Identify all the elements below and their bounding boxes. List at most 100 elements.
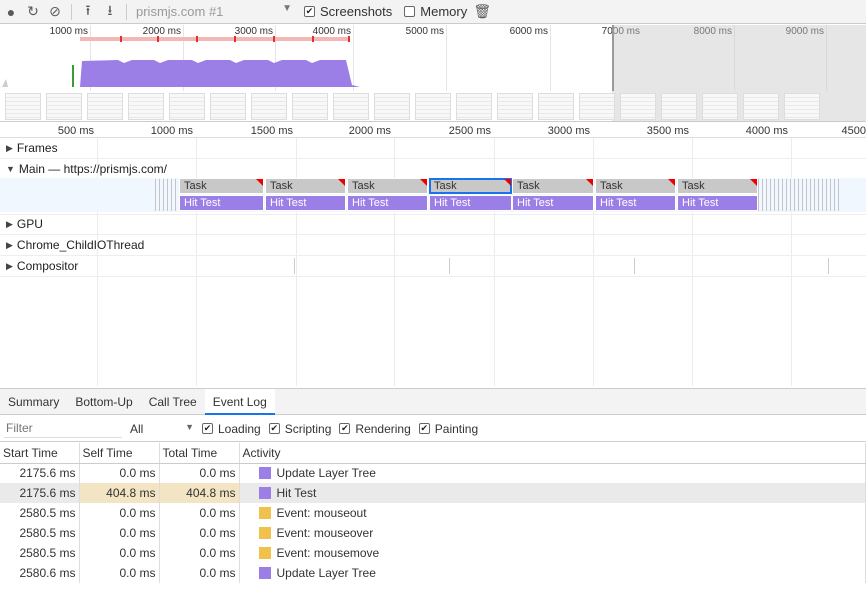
task-label: Task <box>352 180 375 192</box>
table-row-selected[interactable]: 2175.6 ms 404.8 ms 404.8 ms Hit Test <box>0 483 866 503</box>
loading-checkbox[interactable]: ✔ Loading <box>202 422 261 436</box>
hit-test-bar[interactable]: Hit Test <box>677 195 758 211</box>
memory-checkbox[interactable]: Memory <box>404 4 467 19</box>
painting-checkbox[interactable]: ✔ Painting <box>418 421 479 436</box>
ruler-tick: 4000 ms <box>745 125 788 137</box>
start-time-cell: 2580.5 ms <box>0 503 80 523</box>
frames-track[interactable]: ▶ Frames <box>0 138 866 159</box>
column-header[interactable]: Start Time <box>0 443 80 464</box>
screenshot-thumb <box>456 93 492 120</box>
task-bar[interactable]: Task <box>347 178 428 194</box>
load-profile-icon[interactable]: ⭱ <box>77 1 99 23</box>
screenshot-thumb <box>169 93 205 120</box>
collapse-arrow-icon[interactable]: ▼ <box>6 164 15 174</box>
expand-arrow-icon[interactable]: ▶ <box>6 261 13 272</box>
task-bar[interactable]: Task <box>595 178 676 194</box>
screenshots-checkbox[interactable]: ✔ Screenshots <box>304 4 392 19</box>
expand-arrow-icon[interactable]: ▶ <box>6 143 13 154</box>
scripting-label: Scripting <box>284 421 332 436</box>
start-time-cell: 2175.6 ms <box>0 483 80 503</box>
ruler-tick: 1000 ms <box>150 125 193 137</box>
table-row[interactable]: 2580.5 ms 0.0 ms 0.0 ms Event: mouseover <box>0 523 866 543</box>
total-time-cell: 0.0 ms <box>159 543 240 563</box>
hit-test-label: Hit Test <box>434 197 471 209</box>
compositor-event <box>449 258 450 274</box>
hit-test-bar[interactable]: Hit Test <box>265 195 346 211</box>
task-bar[interactable]: Task <box>265 178 346 194</box>
memory-label: Memory <box>420 4 468 19</box>
chevron-down-icon: ▼ <box>185 421 194 432</box>
table-row[interactable]: 2580.6 ms 0.0 ms 0.0 ms Update Layer Tre… <box>0 563 866 583</box>
screenshot-thumb <box>661 93 697 120</box>
table-row[interactable]: 2580.5 ms 0.0 ms 0.0 ms Event: mousemove <box>0 543 866 563</box>
tab-summary[interactable]: Summary <box>0 389 67 415</box>
duration-filter-select[interactable]: All ▼ <box>130 422 194 436</box>
event-log-table: Start Time Self Time Total Time Activity… <box>0 443 866 583</box>
main-track-label: Main — https://prismjs.com/ <box>18 162 167 176</box>
task-label: Task <box>184 180 207 192</box>
timeline-overview[interactable]: 1000 ms 2000 ms 3000 ms 4000 ms 5000 ms … <box>0 25 866 122</box>
flame-chart[interactable]: Task Hit Test Task Hit Test Task Hit Tes… <box>0 178 866 212</box>
long-task-marker-icon <box>420 179 427 186</box>
cpu-spike <box>72 65 74 87</box>
clear-icon[interactable]: ⊘ <box>44 1 66 23</box>
ruler-tick: 3000 ms <box>547 125 590 137</box>
record-icon[interactable]: ● <box>0 1 22 23</box>
compositor-event <box>828 258 829 274</box>
details-tabs: Summary Bottom-Up Call Tree Event Log <box>0 388 866 415</box>
filter-input[interactable] <box>4 419 122 438</box>
activity-label: Event: mouseout <box>276 506 367 520</box>
cpu-misc-area <box>2 79 8 87</box>
frame-marker <box>312 36 314 42</box>
category-swatch <box>258 527 271 539</box>
long-task-marker-icon <box>504 179 511 186</box>
task-bar[interactable]: Task <box>512 178 594 194</box>
hit-test-label: Hit Test <box>270 197 307 209</box>
task-bar[interactable]: Task <box>179 178 264 194</box>
reload-icon[interactable]: ↻ <box>22 1 44 23</box>
io-thread-track[interactable]: ▶ Chrome_ChildIOThread <box>0 235 866 256</box>
column-header[interactable]: Total Time <box>159 443 240 464</box>
save-profile-icon[interactable]: ⭳ <box>99 1 121 23</box>
frame-marker <box>196 36 198 42</box>
small-events <box>155 179 179 211</box>
hit-test-bar[interactable]: Hit Test <box>595 195 676 211</box>
hit-test-bar[interactable]: Hit Test <box>179 195 264 211</box>
start-time-cell: 2580.6 ms <box>0 563 80 583</box>
hit-test-bar[interactable]: Hit Test <box>429 195 512 211</box>
screenshot-thumb <box>784 93 820 120</box>
hit-test-bar[interactable]: Hit Test <box>512 195 594 211</box>
screenshot-thumb <box>251 93 287 120</box>
screenshot-thumb <box>743 93 779 120</box>
checkbox-unchecked-icon <box>404 6 416 17</box>
expand-arrow-icon[interactable]: ▶ <box>6 219 13 230</box>
tab-bottom-up[interactable]: Bottom-Up <box>67 389 140 415</box>
hit-test-bar[interactable]: Hit Test <box>347 195 428 211</box>
profile-select[interactable]: prismjs.com #1 ▼ <box>132 3 298 21</box>
screenshot-thumb <box>128 93 164 120</box>
frame-marker <box>273 36 275 42</box>
tab-event-log[interactable]: Event Log <box>204 388 275 415</box>
rendering-checkbox[interactable]: ✔ Rendering <box>339 422 411 436</box>
painting-label: Painting <box>434 421 479 436</box>
expand-arrow-icon[interactable]: ▶ <box>6 240 13 251</box>
loading-label: Loading <box>218 421 261 436</box>
overview-selection-handle[interactable] <box>612 25 614 91</box>
checkbox-checked-icon: ✔ <box>339 423 351 434</box>
activity-label: Event: mouseover <box>276 526 374 540</box>
task-bar[interactable]: Task <box>677 178 758 194</box>
io-track-label: Chrome_ChildIOThread <box>16 238 145 252</box>
table-row[interactable]: 2175.6 ms 0.0 ms 0.0 ms Update Layer Tre… <box>0 463 866 483</box>
column-header[interactable]: Activity <box>239 443 866 464</box>
gpu-track[interactable]: ▶ GPU <box>0 214 866 235</box>
task-bar-selected[interactable]: Task <box>429 178 512 194</box>
scripting-checkbox[interactable]: ✔ Scripting <box>268 421 332 436</box>
trash-icon[interactable]: 🗑 <box>471 1 493 23</box>
compositor-track[interactable]: ▶ Compositor <box>0 256 866 277</box>
column-header[interactable]: Self Time <box>79 443 160 464</box>
long-task-marker-icon <box>338 179 345 186</box>
table-row[interactable]: 2580.5 ms 0.0 ms 0.0 ms Event: mouseout <box>0 503 866 523</box>
total-time-cell: 0.0 ms <box>159 463 240 483</box>
tab-call-tree[interactable]: Call Tree <box>141 389 205 415</box>
overview-tick: 6000 ms <box>509 26 548 37</box>
